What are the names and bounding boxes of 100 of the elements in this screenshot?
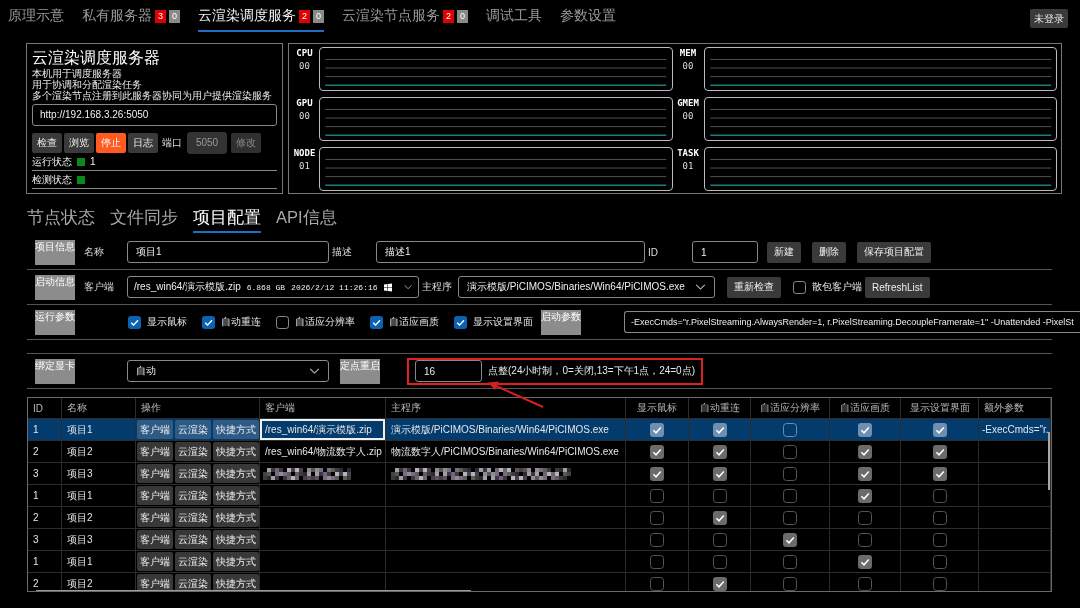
checkbox[interactable] <box>712 532 727 547</box>
checkbox[interactable] <box>650 488 664 503</box>
scrollbar-thumb[interactable] <box>1048 432 1050 490</box>
nav-tab[interactable]: 云渲染调度服务 2 0 <box>198 0 324 32</box>
table-row[interactable]: 2 项目2 客户端 云渲染 快捷方式 <box>28 507 1051 529</box>
checkbox[interactable] <box>783 510 797 525</box>
sub-tab[interactable]: API信息 <box>276 205 337 233</box>
row-button[interactable]: 客户端 <box>137 420 173 439</box>
sub-tab[interactable]: 项目配置 <box>193 205 261 233</box>
dropdown[interactable]: 自动 <box>127 360 329 382</box>
nav-tab[interactable]: 云渲染节点服务 2 0 <box>342 0 468 32</box>
checkbox[interactable] <box>793 280 806 294</box>
checkbox[interactable] <box>932 444 947 459</box>
checkbox[interactable] <box>202 315 215 329</box>
text-field[interactable]: 1 <box>692 241 758 263</box>
checkbox[interactable] <box>783 466 797 481</box>
row-button[interactable]: 云渲染 <box>175 508 211 527</box>
checkbox[interactable] <box>783 576 797 591</box>
checkbox[interactable] <box>858 576 872 591</box>
checkbox[interactable] <box>650 510 664 525</box>
row-button[interactable]: 快捷方式 <box>213 486 259 505</box>
checkbox[interactable] <box>932 510 947 525</box>
row-button[interactable]: 云渲染 <box>175 420 211 439</box>
row-button[interactable]: 快捷方式 <box>213 552 259 571</box>
row-button[interactable]: 快捷方式 <box>213 420 259 439</box>
row-button[interactable]: 云渲染 <box>175 486 211 505</box>
row-button[interactable]: 客户端 <box>137 530 173 549</box>
sub-tab[interactable]: 节点状态 <box>27 205 95 233</box>
checkbox[interactable] <box>858 510 872 525</box>
checkbox[interactable] <box>932 554 947 569</box>
checkbox[interactable] <box>783 532 797 547</box>
checkbox[interactable] <box>783 422 797 437</box>
checkbox[interactable] <box>712 444 727 459</box>
checkbox[interactable] <box>932 466 947 481</box>
row-button[interactable]: 快捷方式 <box>213 530 259 549</box>
checkbox[interactable] <box>783 488 797 503</box>
checkbox[interactable] <box>712 466 727 481</box>
nav-tab[interactable]: 原理示意 <box>8 0 64 32</box>
row-button[interactable]: 快捷方式 <box>213 508 259 527</box>
checkbox[interactable] <box>932 488 947 503</box>
action-button[interactable]: 日志 <box>128 132 158 153</box>
action-button[interactable]: 重新检查 <box>727 276 781 298</box>
checkbox[interactable] <box>783 554 797 569</box>
checkbox[interactable] <box>650 532 664 547</box>
nav-tab[interactable]: 私有服务器 3 0 <box>82 0 180 32</box>
nav-tab[interactable]: 调试工具 <box>486 0 542 32</box>
row-button[interactable]: 云渲染 <box>175 464 211 483</box>
checkbox[interactable] <box>932 422 947 437</box>
checkbox[interactable] <box>783 444 797 459</box>
table-row[interactable]: 2 项目2 客户端 云渲染 快捷方式 /res_win64/物流数字人.zip 物流数字人/PiCIMOS/Binaries/Win64/PiCIMOS.exe <box>28 441 1051 463</box>
checkbox[interactable] <box>712 422 727 437</box>
url-field[interactable]: http://192.168.3.26:5050 <box>32 104 277 126</box>
row-button[interactable]: 客户端 <box>137 442 173 461</box>
table-row[interactable]: 3 项目3 客户端 云渲染 快捷方式 <box>28 529 1051 551</box>
checkbox[interactable] <box>712 488 727 503</box>
checkbox[interactable] <box>370 315 383 329</box>
text-field[interactable]: 16 <box>415 360 482 382</box>
checkbox[interactable] <box>858 488 872 503</box>
row-button[interactable]: 云渲染 <box>175 552 211 571</box>
nav-tab[interactable]: 参数设置 <box>560 0 616 32</box>
checkbox[interactable] <box>128 315 141 329</box>
checkbox[interactable] <box>858 554 872 569</box>
row-button[interactable]: 快捷方式 <box>213 442 259 461</box>
checkbox[interactable] <box>858 422 872 437</box>
row-button[interactable]: 客户端 <box>137 508 173 527</box>
action-button[interactable]: 检查 <box>32 132 62 153</box>
dropdown[interactable]: 演示模版/PiCIMOS/Binaries/Win64/PiCIMOS.exe <box>458 276 715 298</box>
checkbox[interactable] <box>650 576 664 591</box>
checkbox[interactable] <box>454 315 467 329</box>
login-button[interactable]: 未登录 <box>1030 9 1068 28</box>
table-row[interactable]: 1 项目1 客户端 云渲染 快捷方式 <box>28 551 1051 573</box>
row-button[interactable]: 云渲染 <box>175 442 211 461</box>
checkbox[interactable] <box>932 532 947 547</box>
action-button[interactable]: RefreshList <box>865 276 930 298</box>
action-button[interactable]: 浏览 <box>64 132 94 153</box>
launch-args-field[interactable]: -ExecCmds="r.PixelStreaming.AlwaysRender=1, r.PixelStreaming.DecoupleFramerate=1" -Unattended -PixelSt <box>624 311 1080 333</box>
table-row[interactable]: 3 项目3 客户端 云渲染 快捷方式 <box>28 463 1051 485</box>
action-button[interactable]: 新建 <box>767 241 801 263</box>
row-button[interactable]: 客户端 <box>137 552 173 571</box>
action-button[interactable]: 删除 <box>812 241 846 263</box>
checkbox[interactable] <box>650 554 664 569</box>
checkbox[interactable] <box>276 315 289 329</box>
text-field[interactable]: 描述1 <box>376 241 645 263</box>
checkbox[interactable] <box>712 554 727 569</box>
checkbox[interactable] <box>858 532 872 547</box>
table-row[interactable]: 1 项目1 客户端 云渲染 快捷方式 <box>28 485 1051 507</box>
checkbox[interactable] <box>650 422 664 437</box>
table-row[interactable]: 1 项目1 客户端 云渲染 快捷方式 /res_win64/演示模版.zip 演示模版/PiCIMOS/Binaries/Win64/PiCIMOS.exe -ExecCmds="r. <box>28 419 1051 441</box>
action-button[interactable]: 保存项目配置 <box>857 241 931 263</box>
dropdown[interactable]: /res_win64/演示模版.zip 6.868 GB 2026/2/12 11:26:16 <box>127 276 419 298</box>
row-button[interactable]: 云渲染 <box>175 530 211 549</box>
checkbox[interactable] <box>932 576 947 591</box>
row-button[interactable]: 客户端 <box>137 486 173 505</box>
sub-tab[interactable]: 文件同步 <box>110 205 178 233</box>
checkbox[interactable] <box>650 466 664 481</box>
checkbox[interactable] <box>712 576 727 591</box>
checkbox[interactable] <box>712 510 727 525</box>
scrollbar-thumb[interactable] <box>36 590 471 591</box>
row-button[interactable]: 客户端 <box>137 464 173 483</box>
checkbox[interactable] <box>858 466 872 481</box>
